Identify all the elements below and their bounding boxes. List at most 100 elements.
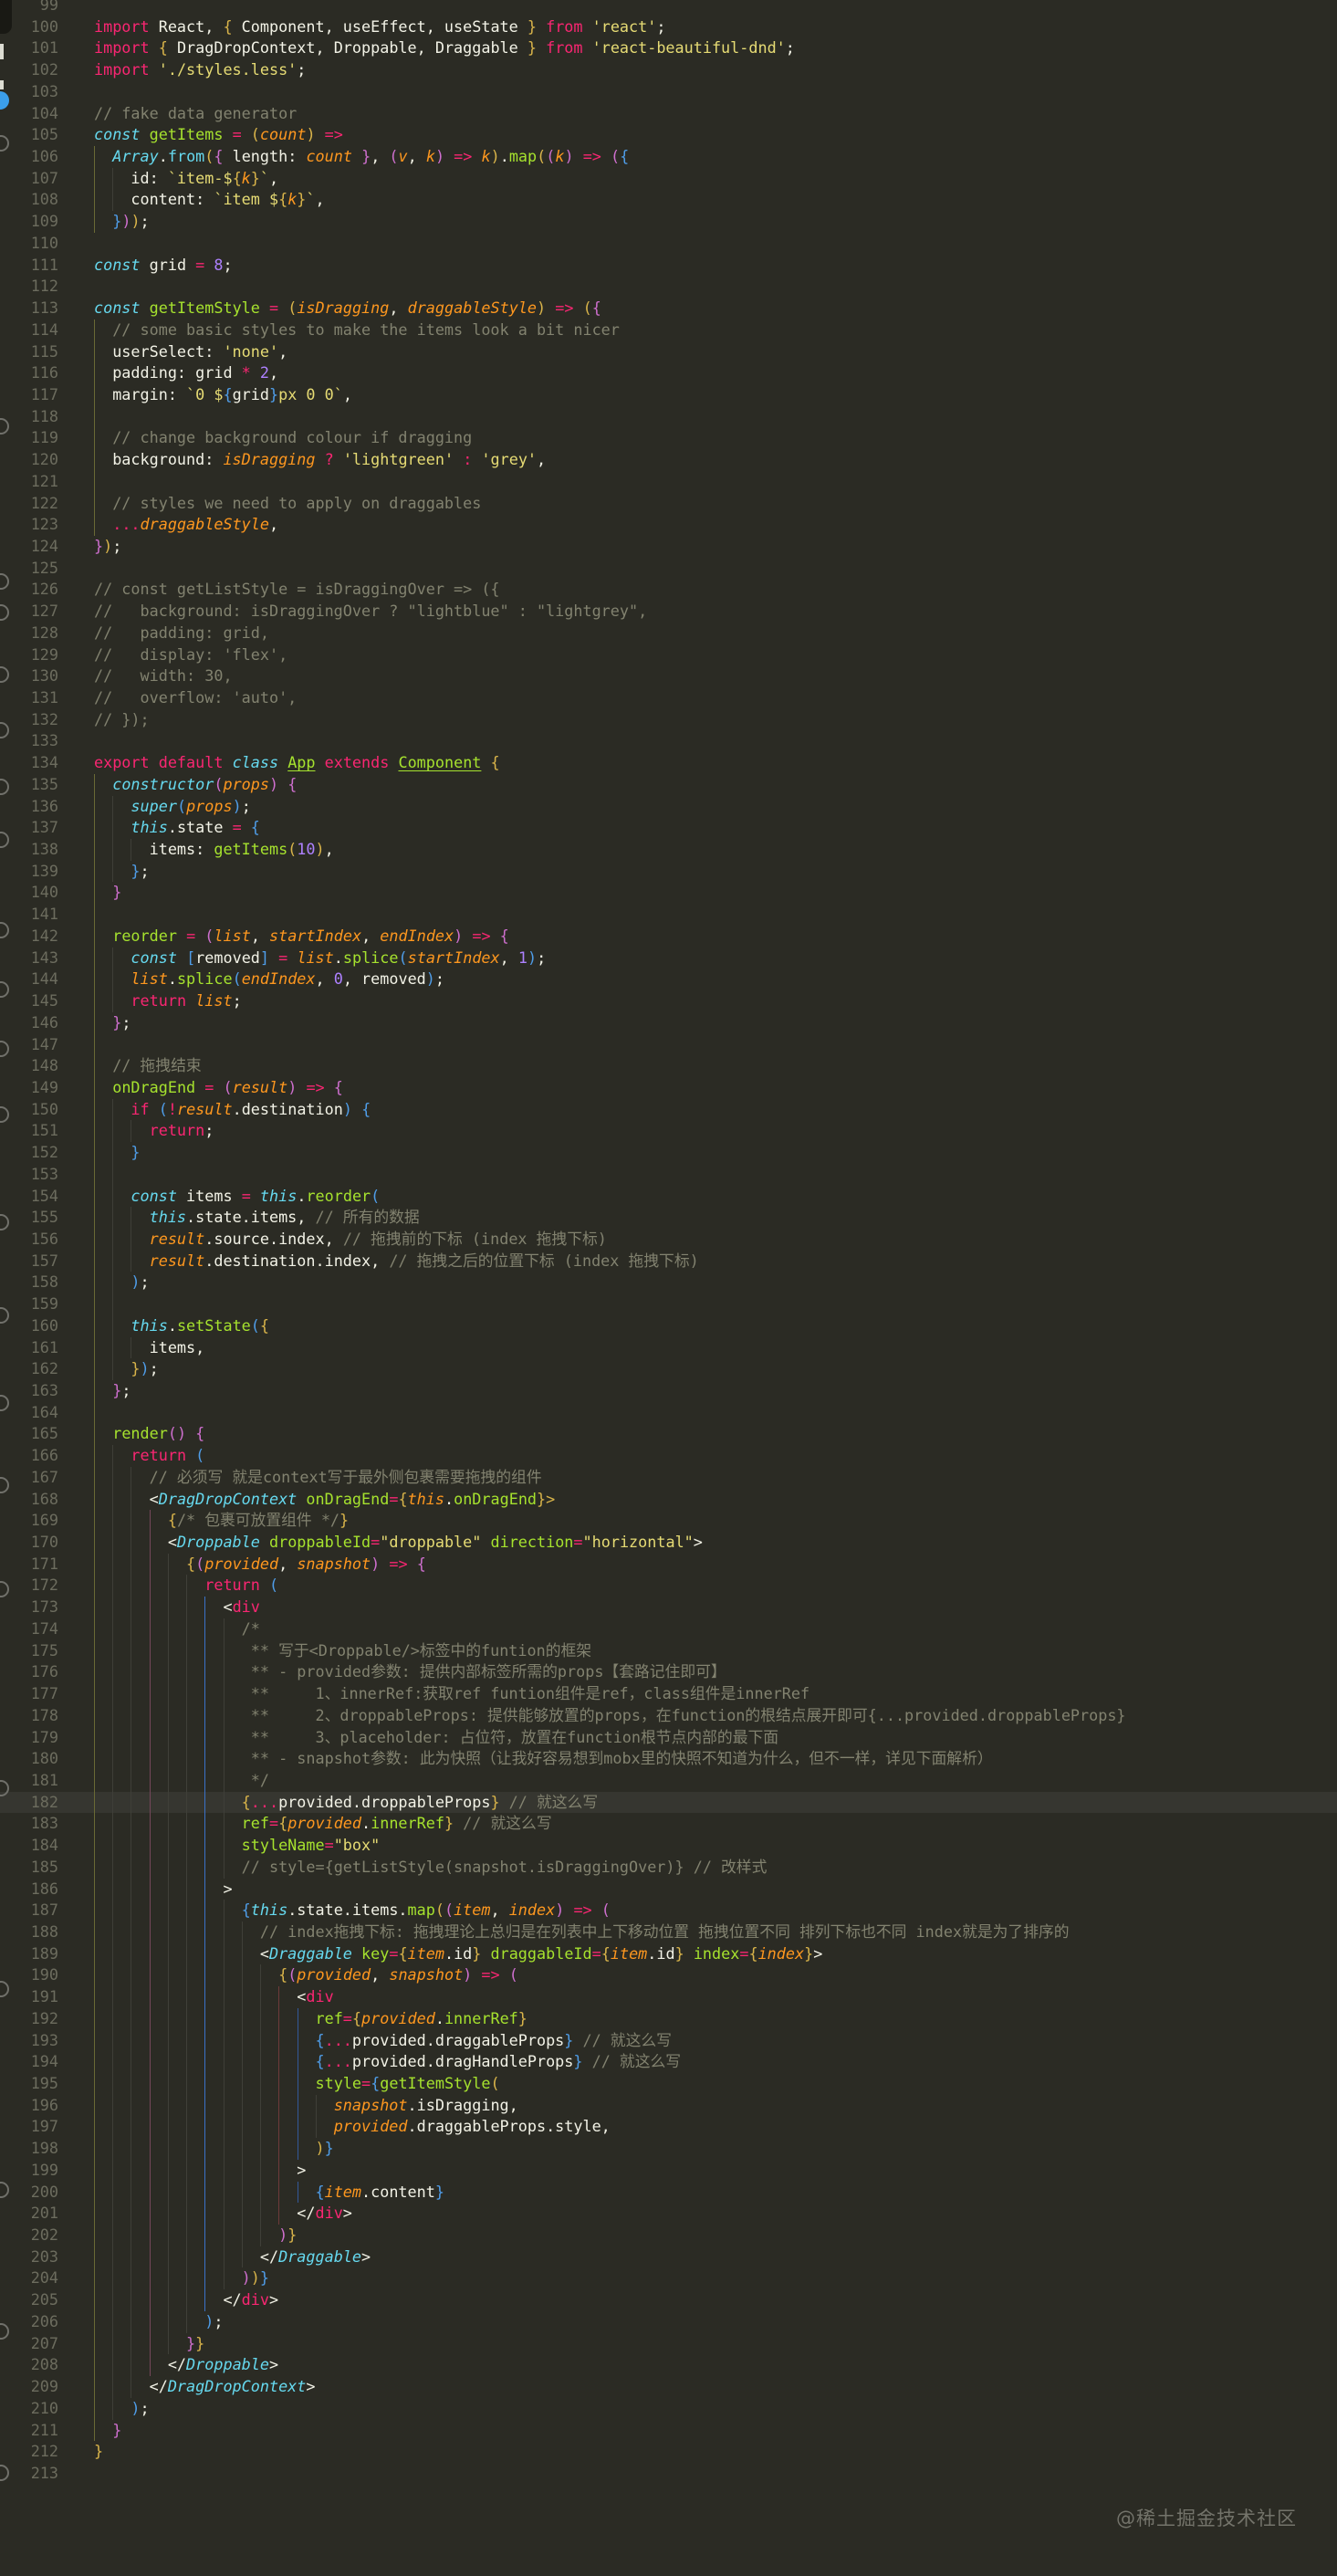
line-number[interactable]: 143 <box>0 948 58 969</box>
line-number[interactable]: 133 <box>0 730 58 752</box>
code-line[interactable]: 140 } <box>0 882 1337 905</box>
code-line[interactable]: 143 const [removed] = list.splice(startI… <box>0 947 1337 969</box>
line-number[interactable]: 162 <box>0 1358 58 1380</box>
line-number[interactable]: 198 <box>0 2138 58 2160</box>
code-line[interactable]: 152 } <box>0 1142 1337 1164</box>
line-number[interactable]: 115 <box>0 341 58 363</box>
code-line[interactable]: 171 {(provided, snapshot) => { <box>0 1553 1337 1576</box>
line-number[interactable]: 180 <box>0 1748 58 1770</box>
line-number[interactable]: 152 <box>0 1142 58 1164</box>
code-line[interactable]: 210 ); <box>0 2397 1337 2420</box>
line-number[interactable]: 148 <box>0 1055 58 1077</box>
line-number[interactable]: 211 <box>0 2420 58 2442</box>
code-line[interactable]: 115 userSelect: 'none', <box>0 340 1337 363</box>
line-number[interactable]: 190 <box>0 1964 58 1986</box>
code-line[interactable]: 178 ** 2、droppableProps: 提供能够放置的props，在f… <box>0 1704 1337 1727</box>
code-line[interactable]: 130// width: 30, <box>0 665 1337 687</box>
code-line[interactable]: 102 import './styles.less'; <box>0 59 1337 81</box>
line-number[interactable]: 134 <box>0 752 58 774</box>
code-line[interactable]: 133 <box>0 730 1337 752</box>
code-line[interactable]: 183 ref={provided.innerRef} // 就这么写 <box>0 1813 1337 1836</box>
code-line[interactable]: 134 export default class App extends Comp… <box>0 752 1337 774</box>
line-number[interactable]: 113 <box>0 298 58 319</box>
code-line[interactable]: 175 ** 写于<Droppable/>标签中的funtion的框架 <box>0 1639 1337 1662</box>
line-number[interactable]: 153 <box>0 1164 58 1186</box>
code-line[interactable]: 106 Array.from({ length: count }, (v, k)… <box>0 146 1337 168</box>
code-line[interactable]: 139 }; <box>0 860 1337 883</box>
line-number[interactable]: 171 <box>0 1554 58 1576</box>
code-line[interactable]: 176 ** - provided参数: 提供内部标签所需的props【套路记住… <box>0 1661 1337 1684</box>
line-number[interactable]: 195 <box>0 2073 58 2095</box>
code-line[interactable]: 179 ** 3、placeholder: 占位符，放置在function根节点… <box>0 1726 1337 1749</box>
code-line[interactable]: 204 ))} <box>0 2267 1337 2290</box>
code-line[interactable]: 151 return; <box>0 1120 1337 1143</box>
code-line[interactable]: 122 // styles we need to apply on dragga… <box>0 492 1337 515</box>
line-number[interactable]: 106 <box>0 146 58 168</box>
line-number[interactable]: 192 <box>0 2008 58 2030</box>
code-line[interactable]: 185 // style={getListStyle(snapshot.isDr… <box>0 1856 1337 1879</box>
line-number[interactable]: 184 <box>0 1835 58 1857</box>
code-line[interactable]: 158 ); <box>0 1272 1337 1294</box>
code-line[interactable]: 196 snapshot.isDragging, <box>0 2094 1337 2117</box>
line-number[interactable]: 174 <box>0 1618 58 1640</box>
line-number[interactable]: 189 <box>0 1943 58 1965</box>
line-number[interactable]: 208 <box>0 2354 58 2376</box>
code-line[interactable]: 184 styleName="box" <box>0 1835 1337 1857</box>
line-number[interactable]: 124 <box>0 536 58 558</box>
line-number[interactable]: 154 <box>0 1186 58 1208</box>
code-line[interactable]: 165 render() { <box>0 1423 1337 1446</box>
code-line[interactable]: 181 */ <box>0 1769 1337 1792</box>
code-line[interactable]: 187 {this.state.items.map((item, index) … <box>0 1900 1337 1922</box>
code-line[interactable]: 166 return ( <box>0 1445 1337 1467</box>
code-line[interactable]: 110 <box>0 233 1337 255</box>
code-line[interactable]: 170 <Droppable droppableId="droppable" d… <box>0 1532 1337 1554</box>
code-line[interactable]: 126// const getListStyle = isDraggingOve… <box>0 579 1337 601</box>
line-number[interactable]: 161 <box>0 1337 58 1359</box>
line-number[interactable]: 116 <box>0 362 58 384</box>
code-line[interactable]: 108 content: `item ${k}`, <box>0 189 1337 212</box>
line-number[interactable]: 110 <box>0 233 58 255</box>
code-line[interactable]: 117 margin: `0 ${grid}px 0 0`, <box>0 383 1337 406</box>
code-line[interactable]: 155 this.state.items, // 所有的数据 <box>0 1207 1337 1229</box>
code-line[interactable]: 189 <Draggable key={item.id} draggableId… <box>0 1942 1337 1965</box>
line-number[interactable]: 125 <box>0 558 58 580</box>
code-line[interactable]: 206 ); <box>0 2310 1337 2333</box>
line-number[interactable]: 111 <box>0 255 58 277</box>
code-line[interactable]: 148 // 拖拽结束 <box>0 1055 1337 1077</box>
code-line[interactable]: 104 // fake data generator <box>0 103 1337 125</box>
code-line[interactable]: 131 // overflow: 'auto', <box>0 687 1337 709</box>
line-number[interactable]: 102 <box>0 59 58 81</box>
line-number[interactable]: 193 <box>0 2030 58 2052</box>
line-number[interactable]: 146 <box>0 1012 58 1034</box>
line-number[interactable]: 205 <box>0 2289 58 2311</box>
code-line[interactable]: 192 ref={provided.innerRef} <box>0 2007 1337 2030</box>
line-number[interactable]: 170 <box>0 1532 58 1554</box>
code-line[interactable]: 199 > <box>0 2159 1337 2182</box>
code-line[interactable]: 144 list.splice(endIndex, 0, removed); <box>0 969 1337 991</box>
code-line[interactable]: 105 const getItems = (count) => <box>0 124 1337 146</box>
code-line[interactable]: 212} <box>0 2441 1337 2463</box>
code-line[interactable]: 200 {item.content} <box>0 2181 1337 2204</box>
line-number[interactable]: 209 <box>0 2376 58 2398</box>
code-line[interactable]: 186 > <box>0 1878 1337 1901</box>
code-line[interactable]: 167 // 必须写 就是context写于最外侧包裹需要拖拽的组件 <box>0 1466 1337 1489</box>
line-number[interactable]: 179 <box>0 1727 58 1749</box>
code-line[interactable]: 123 ...draggableStyle, <box>0 514 1337 536</box>
line-number[interactable]: 119 <box>0 427 58 449</box>
code-line[interactable]: 153 <box>0 1163 1337 1186</box>
line-number[interactable]: 178 <box>0 1705 58 1727</box>
code-line[interactable]: 163 }; <box>0 1380 1337 1402</box>
line-number[interactable]: 112 <box>0 276 58 298</box>
line-number[interactable]: 163 <box>0 1380 58 1402</box>
line-number[interactable]: 123 <box>0 514 58 536</box>
code-line[interactable]: 99 <box>0 0 1337 16</box>
line-number[interactable]: 155 <box>0 1207 58 1229</box>
code-line[interactable]: 161 items, <box>0 1336 1337 1359</box>
code-line[interactable]: 157 result.destination.index, // 拖拽之后的位置… <box>0 1250 1337 1272</box>
line-number[interactable]: 121 <box>0 471 58 493</box>
code-line[interactable]: 154 const items = this.reorder( <box>0 1185 1337 1208</box>
code-line[interactable]: 203 </Draggable> <box>0 2246 1337 2268</box>
line-number[interactable]: 204 <box>0 2267 58 2289</box>
code-line[interactable]: 145 return list; <box>0 990 1337 1012</box>
line-number[interactable]: 186 <box>0 1879 58 1901</box>
